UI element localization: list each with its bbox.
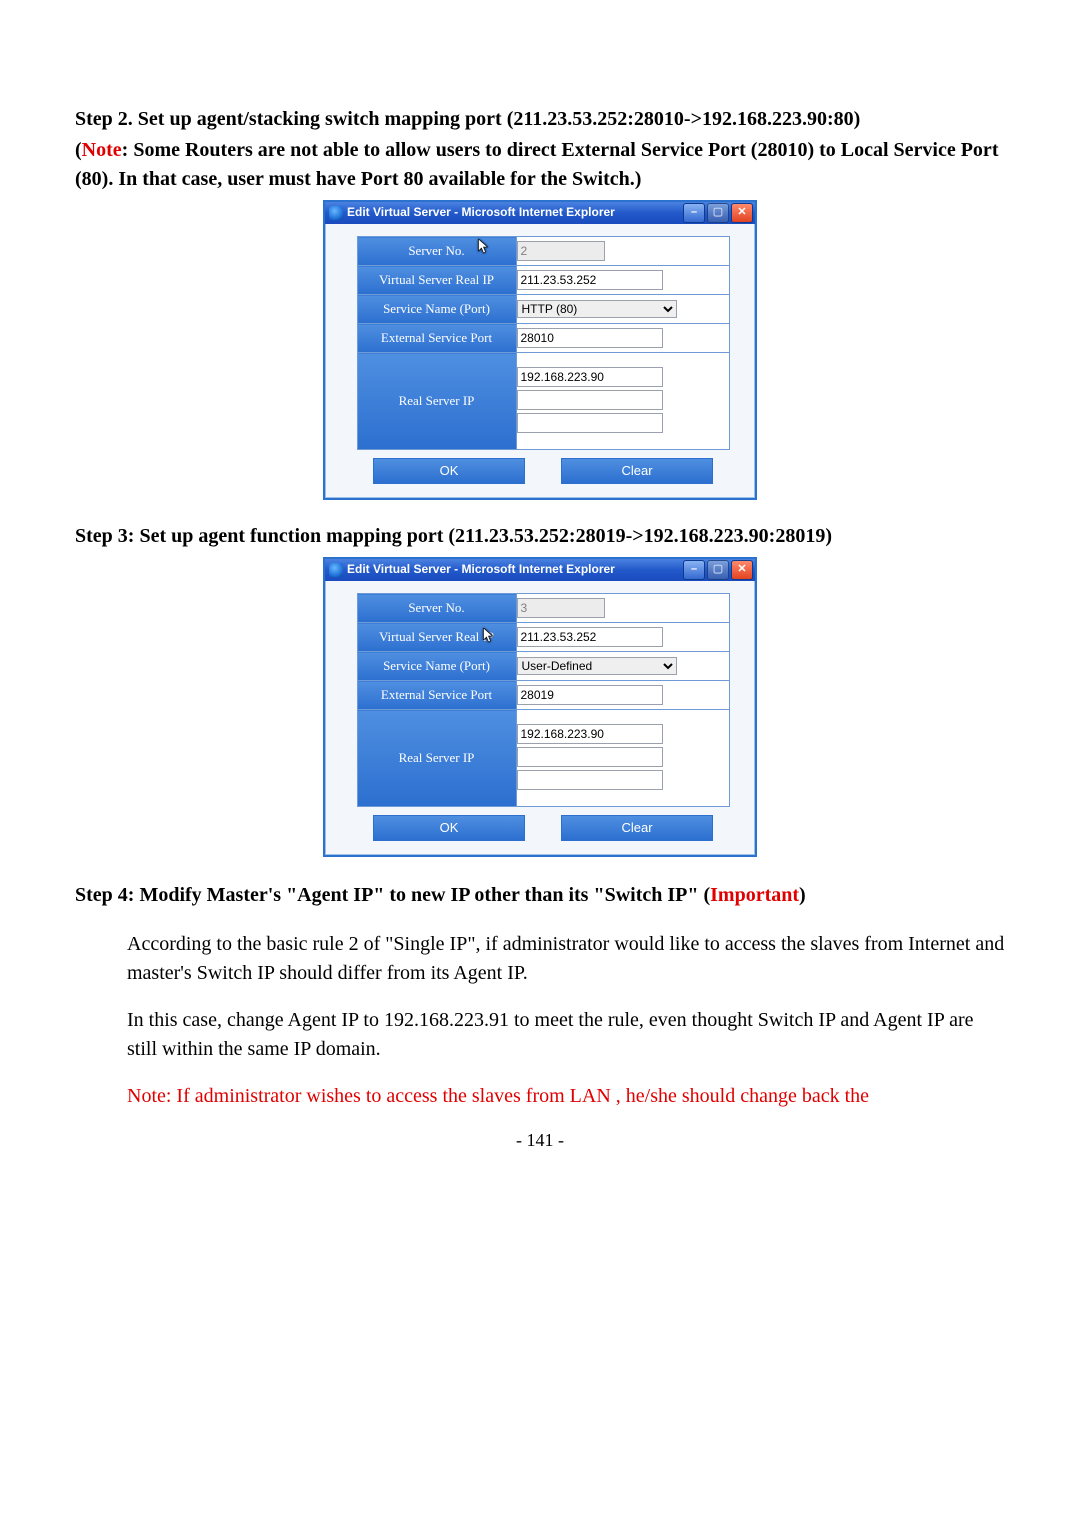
service-name-select[interactable]: User-Defined (517, 657, 677, 675)
close-button[interactable]: ✕ (731, 560, 753, 580)
label-vsr-ip: Virtual Server Real IP (357, 266, 516, 295)
label-real-ip: Real Server IP (357, 710, 516, 807)
service-name-select[interactable]: HTTP (80) (517, 300, 677, 318)
step4-important: Important (710, 884, 799, 906)
step-2-line1: Step 2. Set up agent/stacking switch map… (75, 105, 1005, 134)
dialog2-form-table: Server No. Virtual Server Real IP Servic… (357, 593, 730, 807)
real-ip-field-1[interactable] (517, 367, 663, 387)
dialog1-form-table: Server No. Virtual Server Real IP Servic… (357, 236, 730, 450)
label-service-name: Service Name (Port) (357, 652, 516, 681)
cursor-icon (478, 239, 491, 255)
cell-server-no (516, 237, 729, 266)
real-ip-field-3[interactable] (517, 770, 663, 790)
step-4-line: Step 4: Modify Master's "Agent IP" to ne… (75, 881, 1005, 910)
vsr-ip-field[interactable] (517, 270, 663, 290)
ext-port-field[interactable] (517, 328, 663, 348)
step4-a: Step 4: Modify Master's "Agent IP" to ne… (75, 884, 710, 906)
ie-icon (329, 563, 343, 577)
close-button[interactable]: ✕ (731, 203, 753, 223)
label-ext-port: External Service Port (357, 681, 516, 710)
clear-button[interactable]: Clear (561, 458, 713, 484)
server-no-field (517, 598, 605, 618)
step2-paren-open: ( (75, 139, 82, 161)
maximize-button[interactable]: ▢ (707, 203, 729, 223)
step4-paragraph-1: According to the basic rule 2 of "Single… (127, 930, 1005, 988)
maximize-button[interactable]: ▢ (707, 560, 729, 580)
label-server-no: Server No. (357, 237, 516, 266)
label-vsr-ip: Virtual Server Real IP (357, 623, 516, 652)
dialog2-titlebar[interactable]: Edit Virtual Server - Microsoft Internet… (325, 559, 755, 581)
clear-button[interactable]: Clear (561, 815, 713, 841)
label-ext-port: External Service Port (357, 324, 516, 353)
real-ip-field-2[interactable] (517, 747, 663, 767)
step4-paragraph-3-note: Note: If administrator wishes to access … (127, 1082, 1005, 1111)
label-real-ip: Real Server IP (357, 353, 516, 450)
dialog1-titlebar[interactable]: Edit Virtual Server - Microsoft Internet… (325, 202, 755, 224)
minimize-button[interactable]: – (683, 203, 705, 223)
step-2-line2: (Note: Some Routers are not able to allo… (75, 136, 1005, 194)
real-ip-field-3[interactable] (517, 413, 663, 433)
dialog2-title: Edit Virtual Server - Microsoft Internet… (347, 561, 683, 578)
edit-virtual-server-dialog-1: Edit Virtual Server - Microsoft Internet… (323, 200, 757, 500)
real-ip-field-2[interactable] (517, 390, 663, 410)
step2-rest: : Some Routers are not able to allow use… (75, 139, 998, 190)
real-ip-field-1[interactable] (517, 724, 663, 744)
ok-button[interactable]: OK (373, 815, 525, 841)
vsr-ip-field[interactable] (517, 627, 663, 647)
page-number: - 141 - (75, 1127, 1005, 1153)
minimize-button[interactable]: – (683, 560, 705, 580)
step4-b: ) (799, 884, 806, 906)
step-3-line: Step 3: Set up agent function mapping po… (75, 522, 1005, 551)
step2-note-word: Note (82, 139, 122, 161)
label-vsr-ip-text: Virtual Server Real IP (379, 629, 494, 644)
server-no-field (517, 241, 605, 261)
ok-button[interactable]: OK (373, 458, 525, 484)
ext-port-field[interactable] (517, 685, 663, 705)
label-server-no-text: Server No. (408, 243, 464, 258)
step4-paragraph-2: In this case, change Agent IP to 192.168… (127, 1006, 1005, 1064)
dialog1-title: Edit Virtual Server - Microsoft Internet… (347, 204, 683, 221)
ie-icon (329, 206, 343, 220)
label-server-no: Server No. (357, 594, 516, 623)
edit-virtual-server-dialog-2: Edit Virtual Server - Microsoft Internet… (323, 557, 757, 857)
label-service-name: Service Name (Port) (357, 295, 516, 324)
